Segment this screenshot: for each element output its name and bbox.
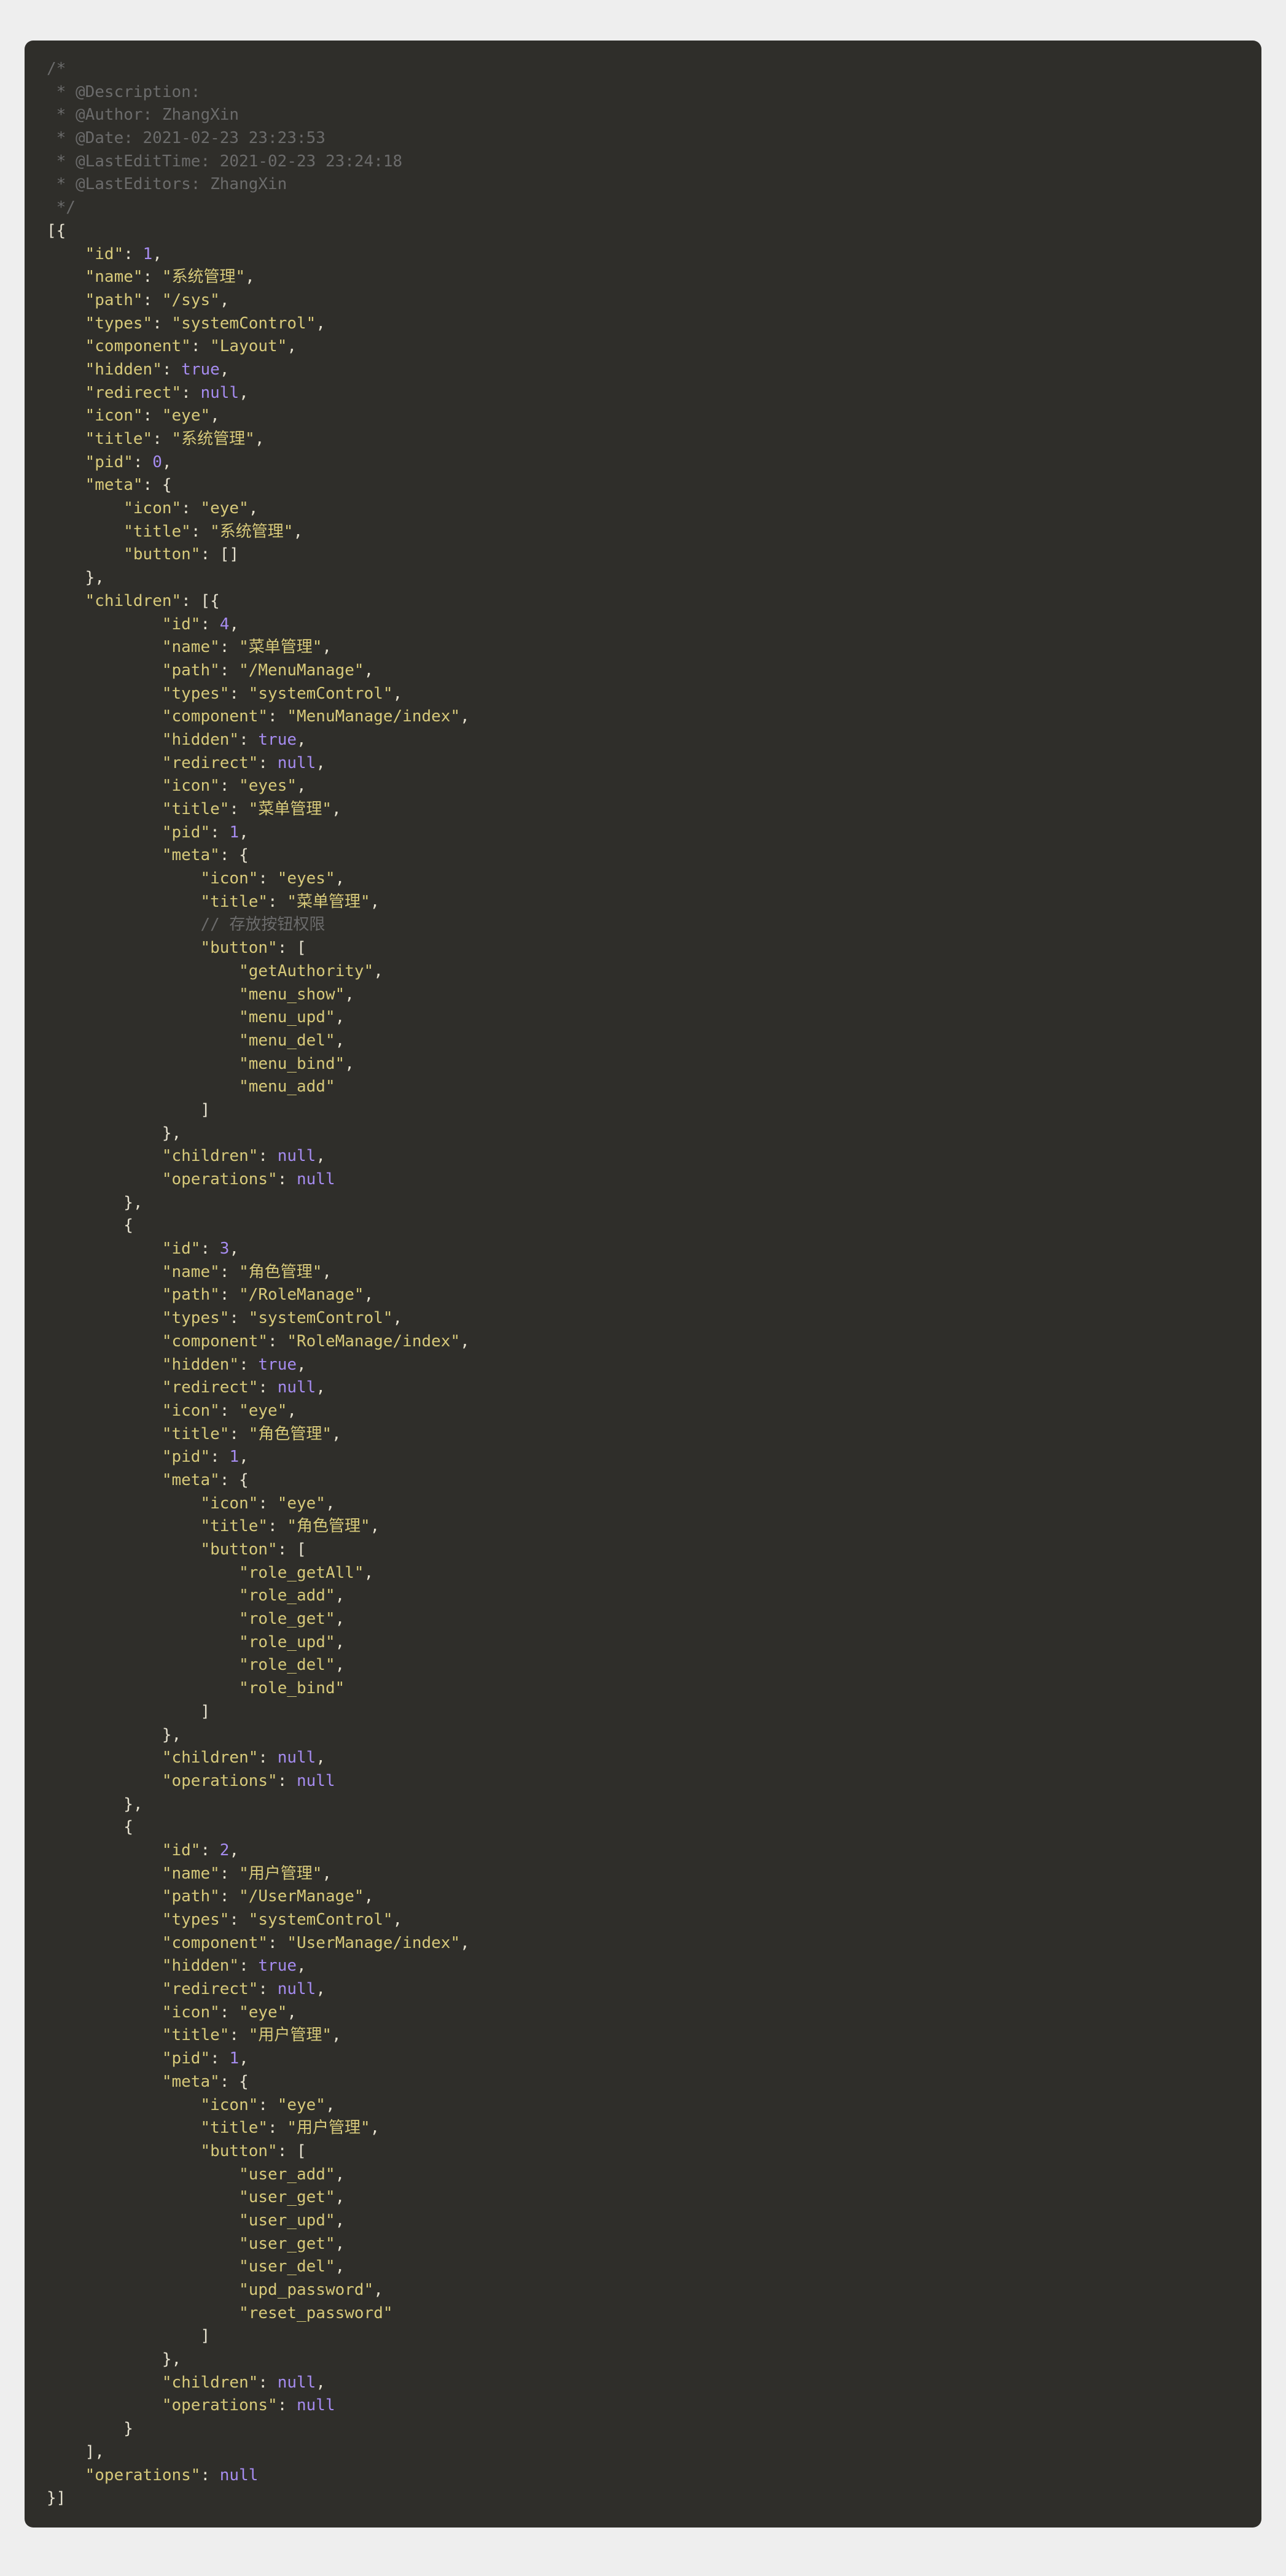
code-block: /* * @Description: * @Author: ZhangXin *… [25,41,1261,2528]
